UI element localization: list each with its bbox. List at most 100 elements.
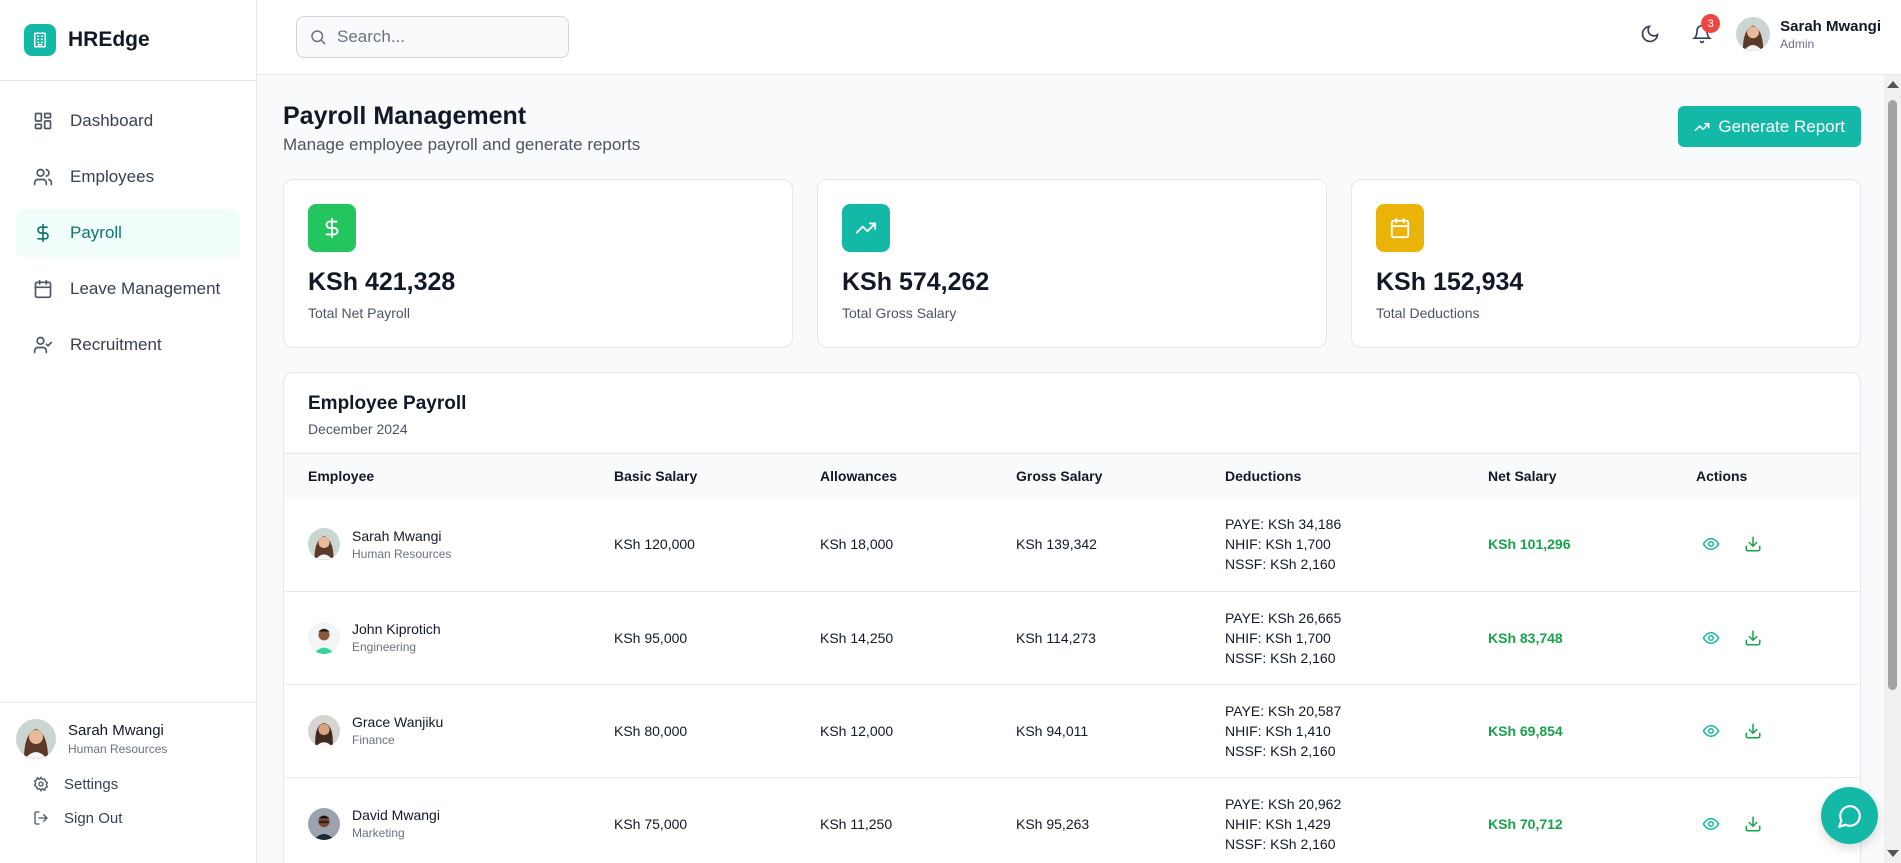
column-header: Net Salary <box>1488 468 1557 484</box>
sidebar-user[interactable]: Sarah Mwangi Human Resources <box>16 719 240 759</box>
deductions: PAYE: KSh 20,962 NHIF: KSh 1,429 NSSF: K… <box>1201 777 1464 863</box>
deduction-nhif: NHIF: KSh 1,429 <box>1225 815 1331 832</box>
table-header-row: Employee Basic Salary Allowances Gross S… <box>284 454 1860 498</box>
trending-up-icon <box>842 204 890 252</box>
basic-salary: KSh 120,000 <box>614 536 695 553</box>
view-icon[interactable] <box>1702 535 1720 553</box>
sidebar-item-recruitment[interactable]: Recruitment <box>16 321 240 369</box>
brand[interactable]: HREdge <box>0 0 256 81</box>
topbar-user-role: Admin <box>1780 36 1815 51</box>
avatar <box>1736 17 1771 51</box>
basic-salary: KSh 75,000 <box>614 815 688 832</box>
table-header: Employee Payroll December 2024 <box>284 373 1860 454</box>
stat-label: Total Net Payroll <box>308 305 410 321</box>
employee-name: John Kiprotich <box>352 621 441 637</box>
employee-name: Grace Wanjiku <box>352 714 444 730</box>
sidebar-item-label: Employees <box>70 167 155 186</box>
settings-link[interactable]: Settings <box>16 775 240 793</box>
stat-value: KSh 152,934 <box>1376 268 1524 296</box>
deduction-nssf: NSSF: KSh 2,160 <box>1225 742 1336 759</box>
dollar-icon <box>32 222 54 244</box>
deduction-paye: PAYE: KSh 26,665 <box>1225 609 1342 626</box>
stat-card-gross-salary: KSh 574,262 Total Gross Salary <box>817 179 1327 348</box>
sidebar-user-name: Sarah Mwangi <box>68 722 164 739</box>
sidebar-item-label: Payroll <box>70 223 122 242</box>
avatar <box>308 714 340 747</box>
scrollbar-thumb[interactable] <box>1888 100 1897 690</box>
deductions: PAYE: KSh 20,587 NHIF: KSh 1,410 NSSF: K… <box>1201 684 1464 777</box>
column-header: Actions <box>1696 468 1748 484</box>
table-period: December 2024 <box>308 421 408 437</box>
employee-department: Marketing <box>352 826 405 840</box>
users-icon <box>32 166 54 188</box>
employee-department: Human Resources <box>352 546 452 561</box>
moon-icon <box>1640 24 1660 44</box>
download-icon[interactable] <box>1744 815 1762 833</box>
employee-name: Sarah Mwangi <box>352 527 442 544</box>
user-menu[interactable]: Sarah Mwangi Admin <box>1736 17 1881 51</box>
sidebar-item-employees[interactable]: Employees <box>16 153 240 201</box>
sidebar-user-role: Human Resources <box>68 742 168 756</box>
sidebar-item-dashboard[interactable]: Dashboard <box>16 97 240 145</box>
dollar-icon <box>308 204 356 252</box>
page-title: Payroll Management <box>283 102 527 130</box>
sidebar-item-payroll[interactable]: Payroll <box>16 209 240 257</box>
gross-salary: KSh 95,263 <box>1016 815 1090 832</box>
view-icon[interactable] <box>1702 722 1720 740</box>
column-header: Deductions <box>1225 468 1302 484</box>
stat-value: KSh 421,328 <box>308 268 456 296</box>
topbar-user-name: Sarah Mwangi <box>1780 17 1881 35</box>
stat-card-deductions: KSh 152,934 Total Deductions <box>1351 179 1861 348</box>
deduction-nssf: NSSF: KSh 2,160 <box>1225 556 1336 573</box>
sidebar-footer: Sarah Mwangi Human Resources Settings Si… <box>0 702 256 863</box>
search-input[interactable] <box>337 27 557 47</box>
view-icon[interactable] <box>1702 815 1720 833</box>
download-icon[interactable] <box>1744 629 1762 647</box>
page-subtitle: Manage employee payroll and generate rep… <box>283 135 641 154</box>
column-header: Employee <box>308 468 375 484</box>
column-header: Basic Salary <box>614 468 698 484</box>
search-box[interactable] <box>296 16 569 58</box>
app-name: HREdge <box>68 28 150 51</box>
table-row: David Mwangi Marketing KSh 75,000 KSh 11… <box>284 777 1860 863</box>
allowances: KSh 11,250 <box>820 815 893 832</box>
page-header: Payroll Management Manage employee payro… <box>280 75 1861 179</box>
stats-row: KSh 421,328 Total Net Payroll KSh 574,26… <box>283 179 1861 348</box>
notifications-button[interactable]: 3 <box>1684 14 1721 52</box>
column-header: Allowances <box>820 468 898 484</box>
sign-out-link[interactable]: Sign Out <box>16 809 240 827</box>
scroll-up-arrow[interactable] <box>1887 81 1899 88</box>
net-salary: KSh 83,748 <box>1488 629 1563 646</box>
column-header: Gross Salary <box>1016 468 1103 484</box>
chat-icon <box>1837 803 1863 829</box>
employee-department: Finance <box>352 733 395 747</box>
main-content: Payroll Management Manage employee payro… <box>257 75 1884 863</box>
view-icon[interactable] <box>1702 629 1720 647</box>
scrollbar[interactable] <box>1884 75 1901 863</box>
stat-value: KSh 574,262 <box>842 268 990 296</box>
deductions: PAYE: KSh 34,186 NHIF: KSh 1,700 NSSF: K… <box>1201 498 1464 591</box>
table-title: Employee Payroll <box>308 393 467 414</box>
deduction-paye: PAYE: KSh 20,962 <box>1225 795 1342 812</box>
generate-report-button[interactable]: Generate Report <box>1678 106 1861 147</box>
deduction-paye: PAYE: KSh 20,587 <box>1225 702 1342 719</box>
stat-label: Total Deductions <box>1376 305 1480 321</box>
theme-toggle-button[interactable] <box>1632 16 1668 52</box>
avatar <box>308 528 340 561</box>
download-icon[interactable] <box>1744 535 1762 553</box>
table-row: Sarah Mwangi Human Resources KSh 120,000… <box>284 498 1860 591</box>
payroll-table: Employee Basic Salary Allowances Gross S… <box>284 454 1860 863</box>
basic-salary: KSh 95,000 <box>614 629 688 646</box>
stat-card-net-payroll: KSh 421,328 Total Net Payroll <box>283 179 793 348</box>
deduction-paye: PAYE: KSh 34,186 <box>1225 516 1342 533</box>
chat-button[interactable] <box>1821 787 1878 844</box>
scroll-down-arrow[interactable] <box>1887 850 1899 857</box>
sidebar-item-leave-management[interactable]: Leave Management <box>16 265 240 313</box>
avatar <box>308 621 340 654</box>
user-check-icon <box>32 334 54 356</box>
sidebar: HREdge Dashboard Employees Payroll Leave… <box>0 0 257 863</box>
download-icon[interactable] <box>1744 722 1762 740</box>
avatar <box>16 719 56 759</box>
employee-department: Engineering <box>352 640 417 654</box>
trending-up-icon <box>1694 119 1710 135</box>
